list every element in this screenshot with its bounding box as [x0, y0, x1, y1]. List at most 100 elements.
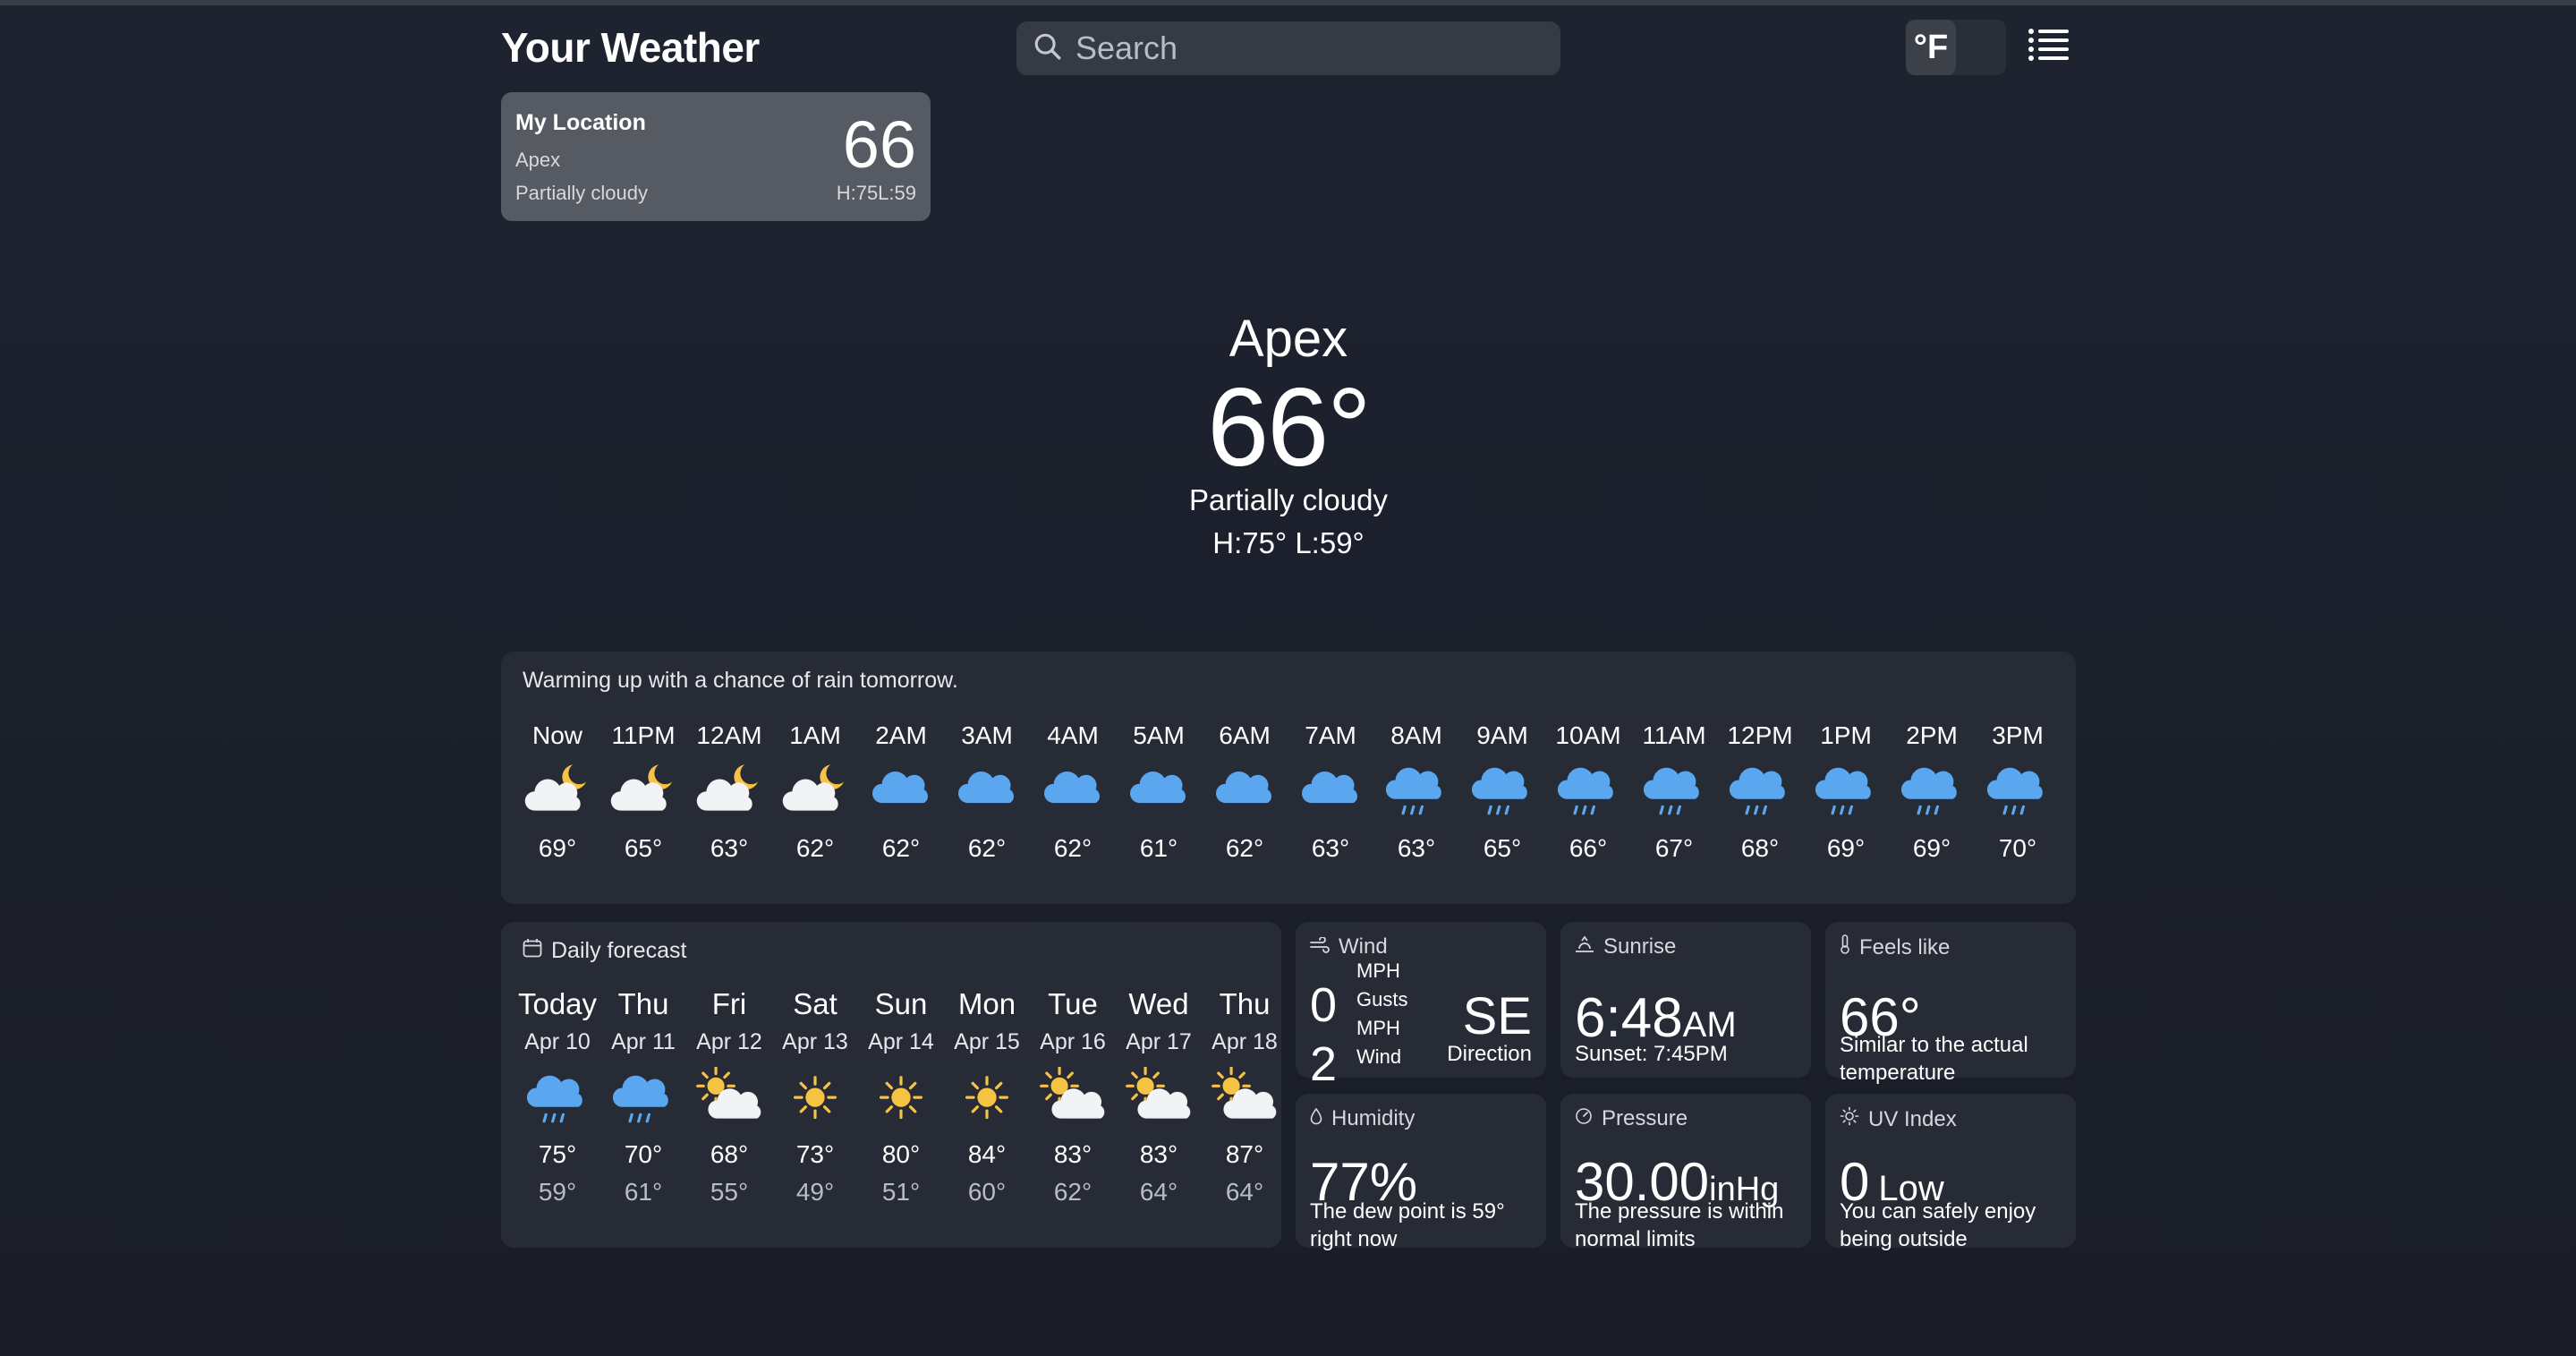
cloud-rain-icon	[1545, 754, 1631, 822]
wind-gust-label: Wind	[1356, 1045, 1402, 1068]
unit-toggle[interactable]: °F	[1906, 20, 2006, 75]
hourly-time: 11AM	[1642, 721, 1706, 749]
cloud-moon-icon	[600, 754, 686, 822]
daily-day: Mon	[957, 987, 1016, 1020]
sunrise-header: Sunrise	[1575, 934, 1676, 959]
cloud-sun-icon	[686, 1060, 772, 1131]
daily-day: Sun	[874, 987, 928, 1020]
daily-list[interactable]: Today Apr 10 75° 59° Thu Apr 11 70° 61° Fri Apr 1…	[501, 985, 1281, 1244]
daily-day: Thu	[617, 987, 669, 1020]
list-view-button[interactable]	[2024, 21, 2074, 72]
daily-high: 84°	[967, 1140, 1007, 1168]
humidity-header: Humidity	[1310, 1106, 1415, 1131]
hourly-item: 9AM 65°	[1459, 718, 1545, 863]
wind-speed-unit: MPH	[1356, 959, 1400, 982]
daily-forecast-panel[interactable]: Daily forecast Today Apr 10 75° 59° Thu Apr 1…	[501, 922, 1281, 1248]
feels-like-description: Similar to the actual temperature	[1840, 1033, 2028, 1086]
cloud-rain-icon	[514, 1060, 600, 1131]
sunset-time: Sunset: 7:45PM	[1575, 1042, 1728, 1066]
current-city: Apex	[1228, 310, 1348, 368]
sun-icon	[944, 1060, 1030, 1131]
daily-date: Apr 10	[524, 1029, 591, 1054]
pressure-header: Pressure	[1575, 1106, 1688, 1131]
hourly-item: 11PM 65°	[600, 718, 686, 863]
wind-direction-label: Direction	[1447, 1042, 1532, 1066]
hourly-item: 6AM 62°	[1202, 718, 1288, 863]
hourly-time: 11PM	[611, 721, 676, 749]
sunrise-time-value: 6:48	[1575, 987, 1683, 1049]
pressure-title: Pressure	[1602, 1106, 1688, 1130]
hourly-item: 10AM 66°	[1545, 718, 1631, 863]
hourly-item: 7AM 63°	[1288, 718, 1373, 863]
hourly-time: 12AM	[696, 721, 762, 749]
hourly-temp: 61°	[1139, 834, 1178, 862]
hourly-temp: 62°	[1225, 834, 1264, 862]
daily-item: Today Apr 10 75° 59°	[514, 985, 600, 1207]
daily-low: 64°	[1225, 1178, 1264, 1206]
daily-low: 51°	[881, 1178, 921, 1206]
daily-item: Thu Apr 11 70° 61°	[600, 985, 686, 1207]
location-card[interactable]: My Location Apex Partially cloudy 66 H:7…	[501, 92, 931, 221]
sun-outline-icon	[1840, 1106, 1859, 1132]
daily-date: Apr 18	[1211, 1029, 1278, 1054]
cloud-rain-icon	[1631, 754, 1717, 822]
hourly-list[interactable]: Now 69° 11PM 65° 12AM 63° 1AM 62° 2AM 62° 3AM 62° 4A…	[501, 718, 2076, 897]
sunrise-title: Sunrise	[1603, 934, 1677, 959]
daily-high: 83°	[1053, 1140, 1092, 1168]
cloud-icon	[944, 754, 1030, 822]
daily-high: 73°	[795, 1140, 835, 1168]
hourly-temp: 65°	[624, 834, 663, 862]
hourly-forecast-panel[interactable]: Warming up with a chance of rain tomorro…	[501, 652, 2076, 904]
cloud-rain-icon	[600, 1060, 686, 1131]
cloud-rain-icon	[1717, 754, 1803, 822]
hourly-time: 2PM	[1906, 721, 1958, 749]
daily-day: Wed	[1128, 987, 1189, 1020]
cloud-rain-icon	[1373, 754, 1459, 822]
list-icon	[2028, 27, 2070, 67]
uv-index-header: UV Index	[1840, 1106, 1957, 1132]
hourly-temp: 66°	[1569, 834, 1608, 862]
feels-like-title: Feels like	[1859, 934, 1951, 959]
daily-high: 75°	[538, 1140, 577, 1168]
daily-day: Fri	[711, 987, 747, 1020]
hourly-item: 12AM 63°	[686, 718, 772, 863]
hourly-temp: 68°	[1740, 834, 1780, 862]
daily-item: Tue Apr 16 83° 62°	[1030, 985, 1116, 1207]
hourly-temp: 70°	[1998, 834, 2037, 862]
uv-index-title: UV Index	[1868, 1106, 1957, 1131]
wind-icon	[1310, 934, 1330, 959]
daily-low: 60°	[967, 1178, 1007, 1206]
daily-high: 80°	[881, 1140, 921, 1168]
hourly-temp: 62°	[967, 834, 1007, 862]
search-bar[interactable]	[1016, 21, 1560, 75]
search-input[interactable]	[1075, 30, 1541, 67]
hourly-time: 3PM	[1992, 721, 2044, 749]
pressure-tile: Pressure 30.00inHg The pressure is withi…	[1560, 1094, 1811, 1251]
hourly-item: 4AM 62°	[1030, 718, 1116, 863]
hourly-time: 6AM	[1219, 721, 1271, 749]
daily-day: Today	[517, 987, 598, 1020]
wind-gust-value: 2	[1310, 1037, 1338, 1091]
sunrise-time: 6:48AM	[1575, 986, 1737, 1050]
daily-date: Apr 16	[1040, 1029, 1106, 1054]
daily-date: Apr 12	[696, 1029, 762, 1054]
fahrenheit-button[interactable]: °F	[1906, 20, 1956, 75]
hourly-time: 12PM	[1727, 721, 1793, 749]
search-icon	[1033, 31, 1063, 66]
hourly-temp: 69°	[1826, 834, 1866, 862]
current-high-low: H:75° L:59°	[1212, 526, 1365, 559]
celsius-button[interactable]	[1956, 20, 2006, 75]
daily-high: 87°	[1225, 1140, 1264, 1168]
hourly-item: 2PM 69°	[1889, 718, 1975, 863]
hourly-item: Now 69°	[514, 718, 600, 863]
daily-forecast-header: Daily forecast	[523, 938, 686, 964]
daily-item: Sat Apr 13 73° 49°	[772, 985, 858, 1207]
hourly-item: 12PM 68°	[1717, 718, 1803, 863]
daily-item: Fri Apr 12 68° 55°	[686, 985, 772, 1207]
wind-speed-value: 0	[1310, 978, 1338, 1032]
location-card-temp: 66	[842, 107, 916, 182]
hourly-time: 8AM	[1390, 721, 1442, 749]
cloud-moon-icon	[772, 754, 858, 822]
current-condition: Partially cloudy	[1189, 483, 1388, 516]
location-card-high-low: H:75L:59	[836, 182, 916, 204]
